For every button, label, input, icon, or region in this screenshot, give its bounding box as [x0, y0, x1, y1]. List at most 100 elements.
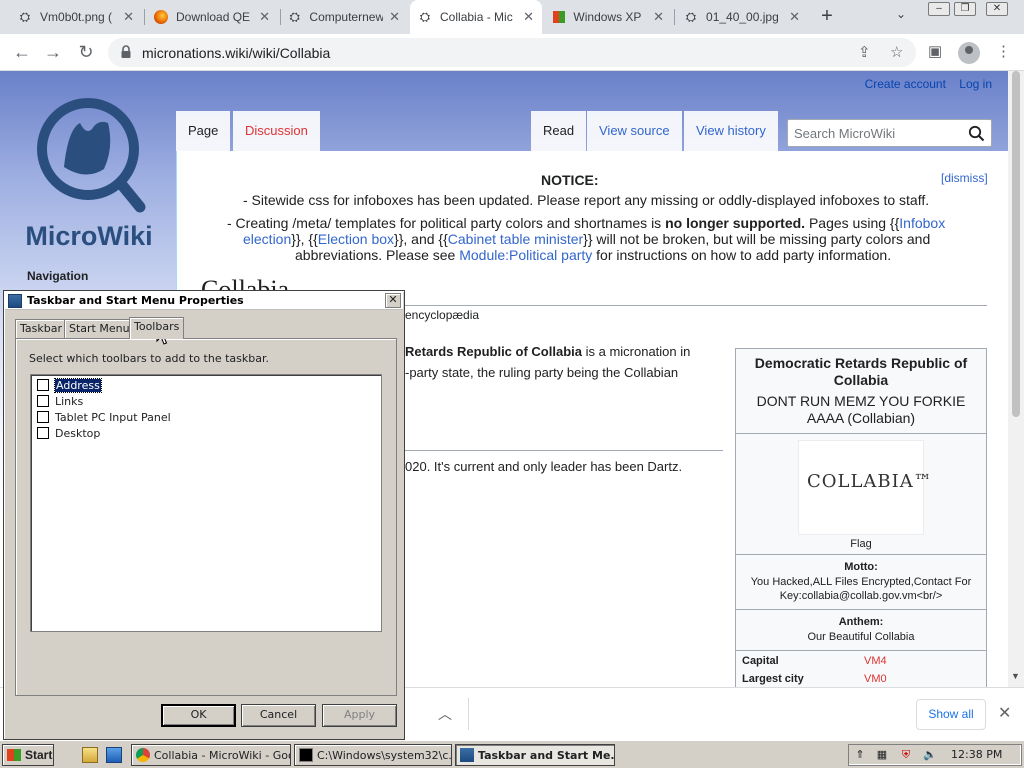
github-icon: ⛭: [685, 9, 697, 24]
browser-tab-1[interactable]: ⛭ Vm0b0t.png ( ✕: [10, 0, 142, 34]
tab-view-history[interactable]: View history: [684, 111, 778, 151]
security-alert-icon[interactable]: ⛨: [899, 748, 913, 762]
notice-text: - Creating /meta/ templates for politica…: [227, 215, 666, 231]
close-icon[interactable]: ✕: [389, 9, 400, 25]
tab-discussion[interactable]: Discussion: [233, 111, 320, 151]
taskbar-button-cmd[interactable]: C:\Windows\system32\c...: [294, 744, 452, 766]
section-divider: [403, 450, 723, 451]
cabinet-table-link[interactable]: Cabinet table minister: [448, 231, 583, 247]
minimize-icon[interactable]: –: [928, 2, 950, 16]
tab-toolbars[interactable]: Toolbars: [129, 317, 185, 339]
scrollbar-thumb[interactable]: [1012, 71, 1020, 417]
window-close-icon[interactable]: ✕: [986, 2, 1008, 16]
infobox-header: Democratic Retards Republic of Collabia …: [736, 349, 986, 434]
menu-kebab-icon[interactable]: ⋮: [996, 42, 1011, 60]
browser-tab-6[interactable]: ⛭ 01_40_00.jpg ✕: [676, 0, 808, 34]
profile-avatar[interactable]: [958, 42, 980, 64]
tab-view-source[interactable]: View source: [587, 111, 682, 151]
largest-city-link[interactable]: VM0: [864, 673, 887, 685]
tab-start-menu[interactable]: Start Menu: [64, 319, 135, 338]
url-text: micronations.wiki/wiki/Collabia: [142, 45, 331, 61]
search-icon[interactable]: [968, 125, 985, 142]
firefox-icon: [154, 9, 168, 25]
taskbar-button-properties[interactable]: Taskbar and Start Me...: [455, 744, 615, 766]
close-icon[interactable]: ✕: [259, 9, 270, 25]
folder-icon[interactable]: [82, 747, 98, 763]
tab-separator: [144, 9, 145, 25]
notice-text: }}, and {{: [394, 231, 448, 247]
microwiki-logo[interactable]: MicroWiki: [16, 89, 162, 251]
close-icon[interactable]: ✕: [123, 9, 134, 25]
volume-icon[interactable]: 🔈: [923, 748, 937, 762]
chevron-up-icon[interactable]: ⇑: [853, 748, 867, 762]
apply-button[interactable]: Apply: [322, 704, 397, 727]
toolbar-list[interactable]: Address Links Tablet PC Input Panel Desk…: [30, 374, 382, 632]
search-placeholder: Search MicroWiki: [794, 126, 896, 141]
wiki-search-input[interactable]: Search MicroWiki: [787, 119, 992, 147]
tab-read[interactable]: Read: [531, 111, 587, 151]
list-item-address[interactable]: Address: [37, 377, 102, 393]
notice-title: NOTICE:: [541, 172, 599, 188]
motto-value: You Hacked,ALL Files Encrypted,Contact F…: [750, 576, 972, 602]
scroll-down-arrow-icon[interactable]: ▼: [1011, 671, 1020, 681]
page-scrollbar[interactable]: ▼: [1008, 71, 1024, 687]
taskbar-properties-icon: [460, 748, 474, 762]
tab-title: 01_40_00.jpg: [706, 10, 779, 24]
election-link[interactable]: election: [243, 231, 291, 247]
tab-taskbar[interactable]: Taskbar: [15, 319, 67, 338]
ok-button[interactable]: OK: [161, 704, 236, 727]
log-in-link[interactable]: Log in: [959, 77, 992, 91]
tab-title: Windows XP: [573, 10, 642, 24]
list-item-desktop[interactable]: Desktop: [37, 425, 100, 441]
browser-tab-4-active[interactable]: ⛭ Collabia - Mic ✕: [410, 0, 542, 34]
taskbar-button-chrome[interactable]: Collabia - MicroWiki - Goo...: [131, 744, 291, 766]
flag-image[interactable]: COLLABIA™: [798, 440, 932, 535]
close-icon[interactable]: ✕: [523, 9, 534, 25]
forward-button[interactable]: →: [41, 40, 65, 64]
back-button[interactable]: ←: [10, 40, 34, 64]
side-panel-icon[interactable]: ▣: [928, 42, 942, 60]
browser-tab-3[interactable]: ⛭ Computernew ✕: [280, 0, 408, 34]
new-tab-button[interactable]: +: [816, 6, 838, 28]
browser-toolbar: ← → ↻ micronations.wiki/wiki/Collabia ⇪ …: [0, 34, 1024, 71]
tab-title: Collabia - Mic: [440, 10, 513, 24]
show-all-button[interactable]: Show all: [916, 699, 986, 730]
checkbox-address[interactable]: [37, 379, 49, 391]
create-account-link[interactable]: Create account: [865, 77, 946, 91]
cancel-button[interactable]: Cancel: [241, 704, 316, 727]
start-button[interactable]: Start: [2, 744, 54, 766]
dialog-close-button[interactable]: ✕: [385, 293, 401, 308]
dialog-title-bar[interactable]: Taskbar and Start Menu Properties ✕: [5, 292, 403, 310]
checkbox-tablet-pc[interactable]: [37, 411, 49, 423]
chevron-down-icon[interactable]: ⌄: [896, 7, 906, 21]
instruction-text: Select which toolbars to add to the task…: [29, 352, 269, 365]
tab-page[interactable]: Page: [176, 111, 231, 151]
election-box-link[interactable]: Election box: [318, 231, 394, 247]
personal-tools: Create account Log in: [855, 77, 992, 91]
browser-tab-2[interactable]: Download QE ✕: [146, 0, 278, 34]
network-icon[interactable]: ▦: [875, 748, 889, 762]
infobox-flag-row: COLLABIA™ Flag: [736, 440, 986, 555]
close-icon[interactable]: ✕: [998, 703, 1011, 723]
capital-link[interactable]: VM4: [864, 655, 887, 667]
checkbox-links[interactable]: [37, 395, 49, 407]
infobox-link[interactable]: Infobox: [899, 215, 945, 231]
reload-button[interactable]: ↻: [74, 40, 98, 64]
restore-icon[interactable]: ❐: [954, 2, 976, 16]
media-player-icon[interactable]: [106, 747, 122, 763]
checkbox-desktop[interactable]: [37, 427, 49, 439]
taskbar-properties-icon: [8, 294, 22, 308]
dismiss-link[interactable]: [dismiss]: [941, 171, 988, 185]
chevron-up-icon[interactable]: ︿: [438, 704, 452, 724]
clock: 12:38 PM: [951, 748, 1003, 761]
share-icon[interactable]: ⇪: [858, 43, 871, 61]
list-item-tablet-pc[interactable]: Tablet PC Input Panel: [37, 409, 171, 425]
address-bar[interactable]: micronations.wiki/wiki/Collabia ⇪ ☆: [108, 38, 916, 67]
close-icon[interactable]: ✕: [653, 9, 664, 25]
browser-tab-5[interactable]: Windows XP ✕: [544, 0, 672, 34]
list-item-links[interactable]: Links: [37, 393, 83, 409]
module-political-party-link[interactable]: Module:Political party: [459, 247, 592, 263]
intro-text: is a micronation in: [581, 344, 691, 359]
close-icon[interactable]: ✕: [789, 9, 800, 25]
bookmark-star-icon[interactable]: ☆: [890, 43, 903, 61]
